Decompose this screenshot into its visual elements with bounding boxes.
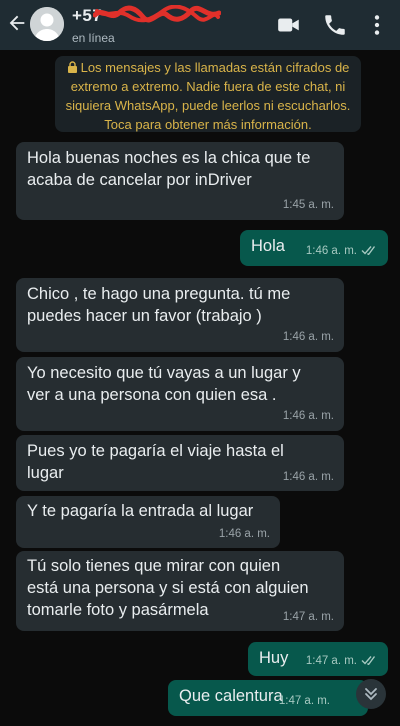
message-time: 1:46 a. m.: [218, 528, 270, 540]
message-bubble-outgoing[interactable]: Que calentura 1:47 a. m.: [168, 680, 368, 716]
message-bubble-incoming[interactable]: Yo necesito que tú vayas a un lugar y ve…: [16, 357, 344, 431]
message-time: 1:46 a. m.: [282, 410, 334, 422]
avatar-icon[interactable]: [30, 7, 64, 41]
message-text: Hola buenas noches es la chica que te ac…: [27, 149, 311, 189]
more-options-icon[interactable]: [364, 12, 390, 38]
read-ticks-icon: [361, 246, 376, 255]
message-text: Que calentura: [179, 687, 283, 705]
message-time: 1:46 a. m.: [306, 240, 378, 262]
message-bubble-incoming[interactable]: Pues yo te pagaría el viaje hasta el lug…: [16, 435, 344, 491]
video-call-icon[interactable]: [276, 12, 302, 38]
back-arrow-icon[interactable]: [6, 12, 28, 34]
encryption-notice[interactable]: Los mensajes y las llamadas están cifrad…: [55, 56, 361, 132]
message-time: 1:46 a. m.: [282, 331, 334, 343]
message-bubble-incoming[interactable]: Y te pagaría la entrada al lugar 1:46 a.…: [16, 496, 280, 548]
message-time: 1:47 a. m.: [306, 650, 378, 672]
message-text: Chico , te hago una pregunta. tú me pued…: [27, 285, 291, 325]
phone-icon[interactable]: [322, 12, 348, 38]
message-time: 1:47 a. m.: [278, 695, 330, 707]
message-bubble-incoming[interactable]: Tú solo tienes que mirar con quien está …: [16, 551, 344, 631]
redaction-scribble: [93, 5, 221, 23]
message-time: 1:47 a. m.: [282, 611, 334, 623]
lock-icon: [67, 61, 77, 73]
message-text: Yo necesito que tú vayas a un lugar y ve…: [27, 364, 301, 404]
read-ticks-icon: [361, 656, 376, 665]
chevron-double-down-icon: [365, 688, 377, 701]
message-text: Y te pagaría la entrada al lugar: [27, 502, 254, 520]
message-bubble-incoming[interactable]: Chico , te hago una pregunta. tú me pued…: [16, 278, 344, 352]
message-time: 1:45 a. m.: [282, 199, 334, 211]
encryption-notice-text: Los mensajes y las llamadas están cifrad…: [65, 60, 351, 132]
message-bubble-outgoing[interactable]: Hola 1:46 a. m.: [240, 230, 388, 266]
message-bubble-incoming[interactable]: Hola buenas noches es la chica que te ac…: [16, 142, 344, 220]
scroll-to-bottom-button[interactable]: [356, 679, 386, 709]
message-bubble-outgoing[interactable]: Huy 1:47 a. m.: [248, 642, 388, 676]
contact-status: en línea: [72, 31, 115, 45]
message-time: 1:46 a. m.: [282, 471, 334, 483]
chat-header: +57 en línea: [0, 0, 400, 50]
